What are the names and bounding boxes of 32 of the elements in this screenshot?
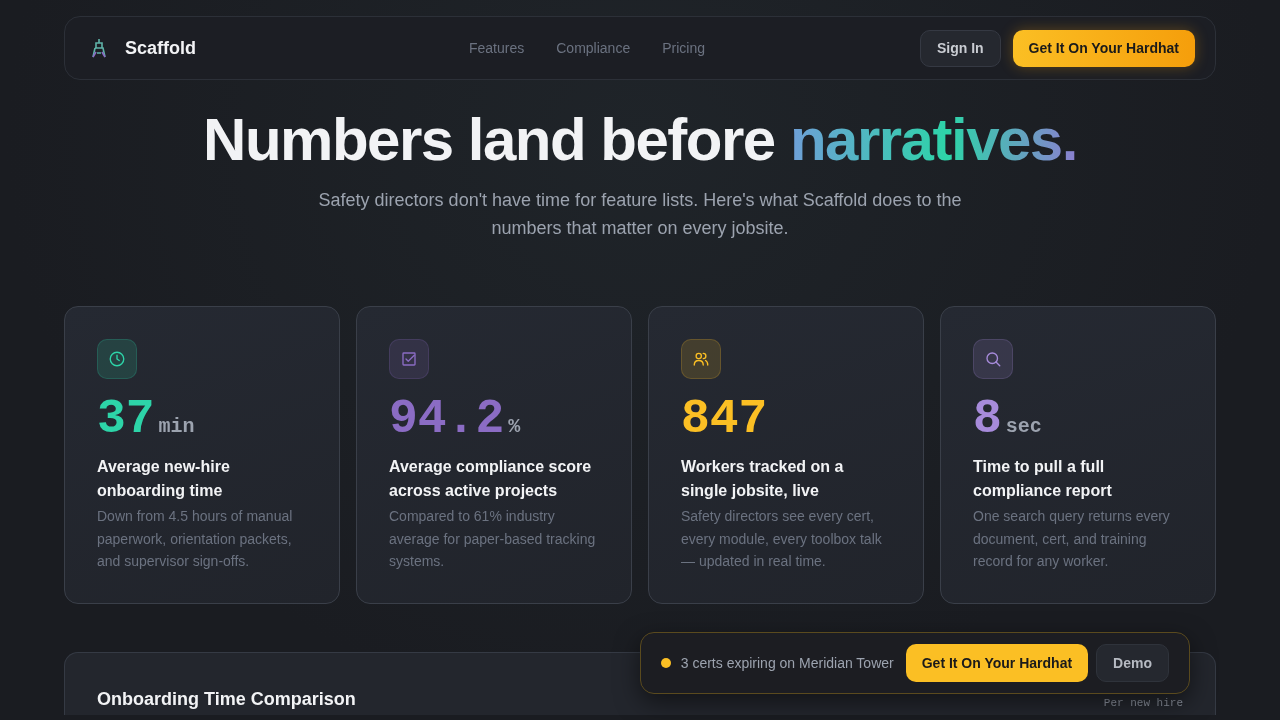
stat-title: Average compliance score across active projects: [389, 457, 593, 501]
stat-title: Workers tracked on a single jobsite, live: [681, 457, 845, 501]
cta-button[interactable]: Get It On Your Hardhat: [1012, 29, 1195, 67]
toast-message: 3 certs expiring on Meridian Tower: [680, 655, 894, 671]
stat-unit: sec: [1005, 415, 1042, 438]
nav-link[interactable]: Compliance: [556, 40, 631, 56]
section-title: Onboarding Time Comparison: [97, 688, 356, 711]
stat-value: 8: [973, 393, 1002, 445]
stat-unit: min: [158, 415, 195, 438]
stat-unit: %: [508, 415, 521, 438]
people-icon: [681, 339, 721, 379]
hero-title: Numbers land before narratives.: [203, 105, 1077, 175]
hero-subtitle: Safety directors don't have time for feature lists. Here's what Scaffold does to the numbers that matter on every jobsite.: [317, 189, 963, 240]
status-dot: [660, 658, 671, 668]
sign-in-button[interactable]: Sign In: [919, 29, 1001, 67]
cta-button[interactable]: Get It On Your Hardhat: [905, 644, 1089, 682]
stat-value: 37: [97, 393, 155, 445]
chart-note: Per new hire: [1103, 697, 1183, 709]
clock-icon: [97, 339, 137, 379]
logo-icon: [89, 37, 109, 59]
stat-description: One search query returns every document, cert, and training record for any worker.: [973, 507, 1171, 571]
demo-button[interactable]: Demo: [1096, 644, 1169, 682]
stat-value: 847: [681, 393, 768, 445]
stat-value: 94.2: [389, 393, 505, 445]
stat-title: Average new-hire onboarding time: [97, 457, 231, 501]
stat-description: Down from 4.5 hours of manual paperwork, orientation packets, and supervisor sign-offs.: [97, 507, 294, 571]
search-icon: [973, 339, 1013, 379]
stat-description: Compared to 61% industry average for paper-based tracking systems.: [389, 507, 597, 571]
checkbox-icon: [389, 339, 429, 379]
stat-description: Safety directors see every cert, every module, every toolbox talk — updated in real time.: [681, 507, 883, 571]
brand-name: Scaffold: [125, 37, 196, 59]
stat-title: Time to pull a full compliance report: [973, 457, 1113, 501]
